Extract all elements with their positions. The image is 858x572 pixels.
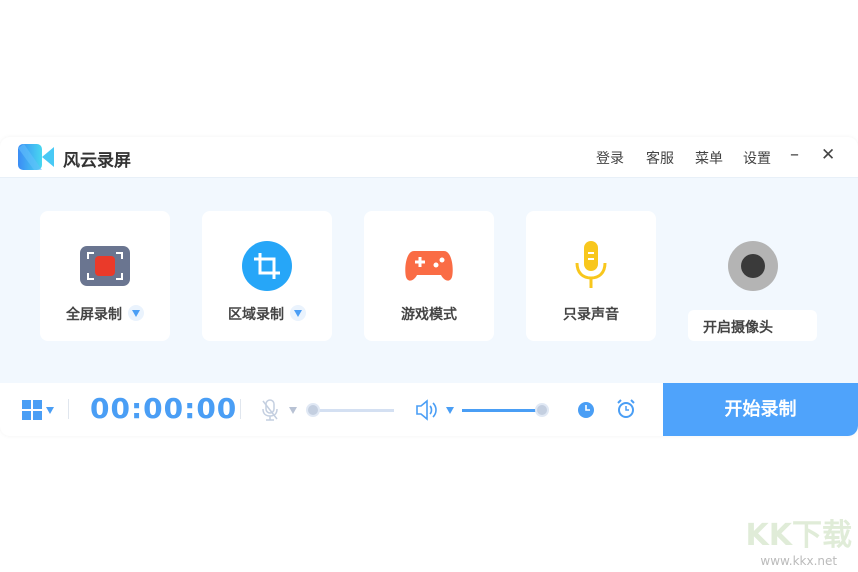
mode-label: 只录声音 <box>563 307 619 323</box>
mode-card-game[interactable]: 游戏模式 <box>364 211 494 341</box>
minimize-icon[interactable]: – <box>790 144 799 165</box>
record-timer: 00:00:00 <box>90 392 238 425</box>
camera-icon[interactable] <box>728 241 778 291</box>
mode-panel: 全屏录制 区域录制 游戏模式 只录声音 开启摄像头 <box>0 178 858 383</box>
crop-icon <box>242 241 292 291</box>
menu-link[interactable]: 菜单 <box>695 148 723 168</box>
watermark: KK下载 www.kkx.net <box>746 510 853 568</box>
region-dropdown-icon[interactable] <box>290 305 306 321</box>
app-window: 风云录屏 登录 客服 菜单 设置 – ✕ 全屏录制 区域录制 游戏模式 只录声音… <box>0 137 858 436</box>
watermark-brand: KK下载 <box>745 518 853 553</box>
clock-icon[interactable] <box>577 401 595 419</box>
app-title: 风云录屏 <box>63 151 131 171</box>
mic-dropdown-icon[interactable] <box>289 407 297 414</box>
speaker-icon[interactable] <box>415 399 439 421</box>
divider <box>240 399 241 419</box>
layout-grid-icon[interactable] <box>22 400 42 420</box>
settings-link[interactable]: 设置 <box>743 148 771 168</box>
layout-dropdown-icon[interactable] <box>46 407 54 414</box>
fullscreen-dropdown-icon[interactable] <box>128 305 144 321</box>
mode-card-audio[interactable]: 只录声音 <box>526 211 656 341</box>
title-bar: 风云录屏 登录 客服 菜单 设置 – ✕ <box>0 137 858 178</box>
gamepad-icon <box>405 251 453 281</box>
app-logo-icon <box>18 144 54 170</box>
speaker-dropdown-icon[interactable] <box>446 407 454 414</box>
alarm-clock-icon[interactable] <box>617 399 635 419</box>
mode-card-fullscreen[interactable]: 全屏录制 <box>40 211 170 341</box>
speaker-slider-handle[interactable] <box>535 403 549 417</box>
mode-label: 区域录制 <box>228 307 284 323</box>
mic-muted-icon[interactable] <box>261 399 279 421</box>
mode-label: 全屏录制 <box>66 307 122 323</box>
support-link[interactable]: 客服 <box>646 148 674 168</box>
camera-toggle-button[interactable]: 开启摄像头 <box>688 310 817 341</box>
close-icon[interactable]: ✕ <box>821 145 835 165</box>
mode-label: 游戏模式 <box>401 307 457 323</box>
mic-slider-handle[interactable] <box>306 403 320 417</box>
login-link[interactable]: 登录 <box>596 148 624 168</box>
watermark-url: www.kkx.net <box>760 554 838 568</box>
start-recording-button[interactable]: 开始录制 <box>663 383 858 436</box>
speaker-volume-slider[interactable] <box>462 409 542 412</box>
divider <box>68 399 69 419</box>
bottom-toolbar: 00:00:00 开始录制 <box>0 383 858 436</box>
mode-card-region[interactable]: 区域录制 <box>202 211 332 341</box>
microphone-icon <box>575 241 607 288</box>
fullscreen-record-icon <box>80 246 130 286</box>
mic-volume-slider[interactable] <box>313 409 394 412</box>
